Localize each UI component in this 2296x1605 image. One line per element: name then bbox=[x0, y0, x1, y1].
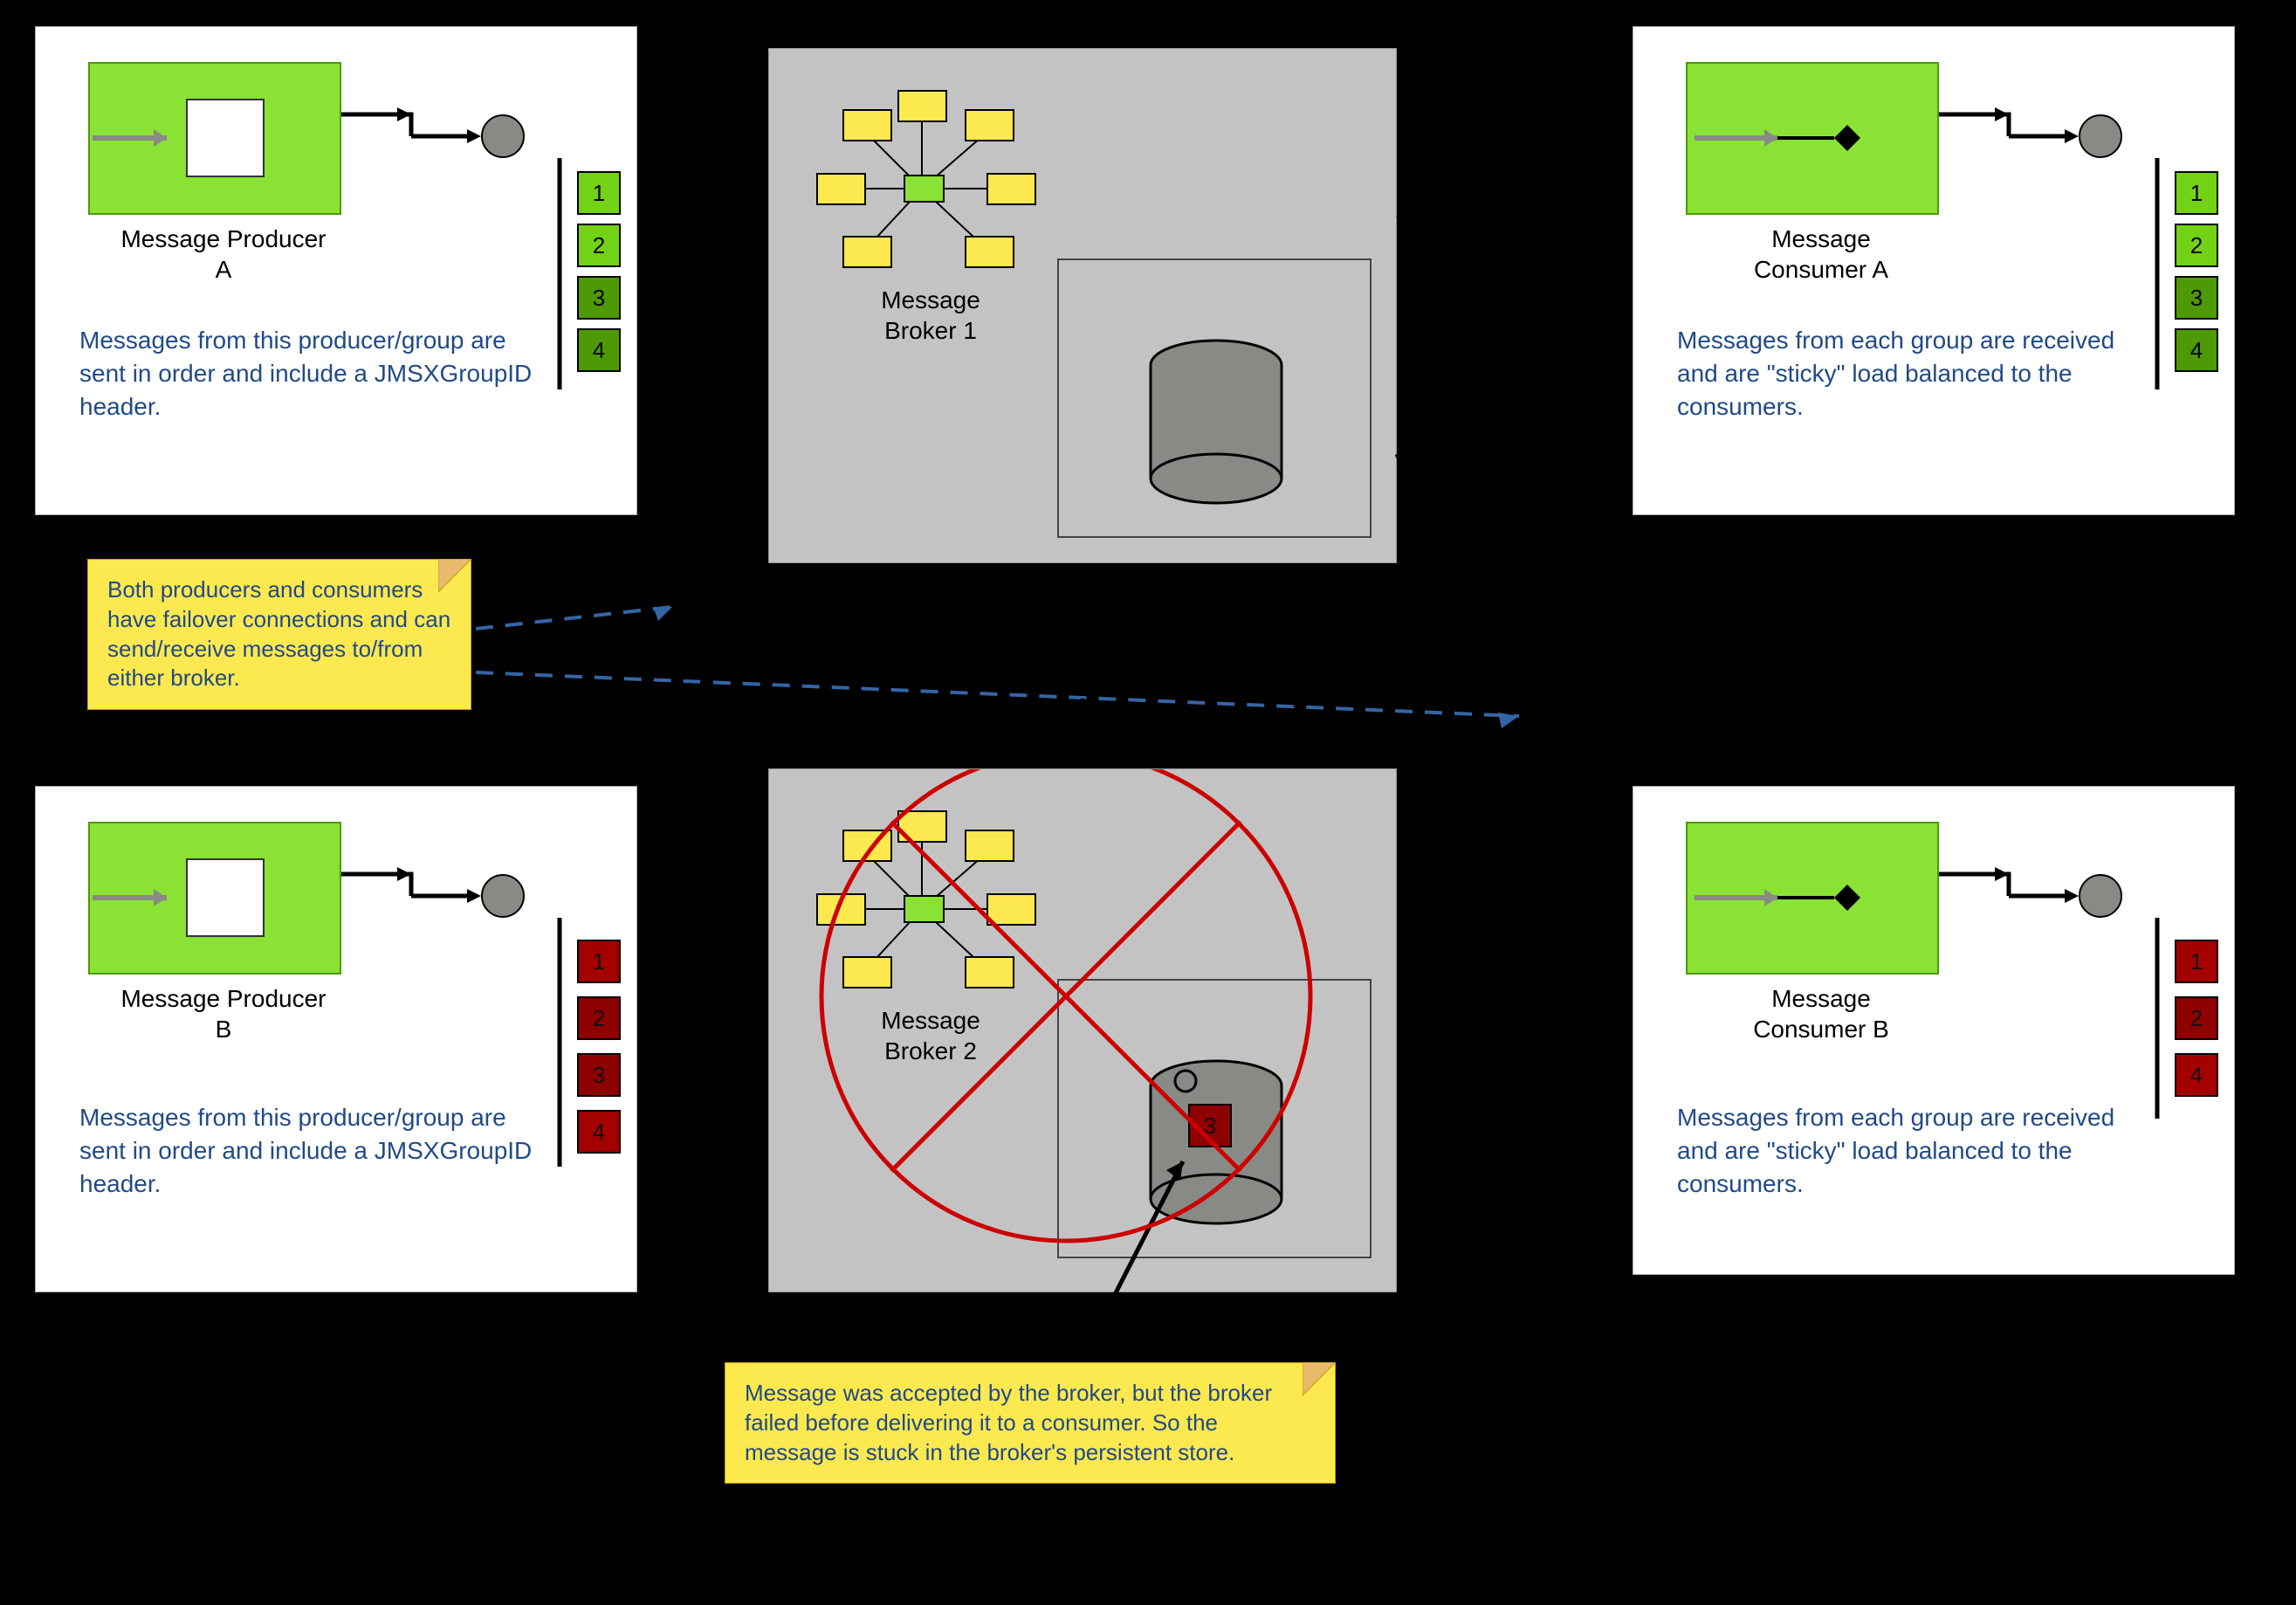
stuck-msg-badge: 3 bbox=[1188, 1104, 1232, 1147]
database-icon bbox=[1059, 260, 1373, 540]
producer-b-desc: Messages from this producer/group are se… bbox=[79, 1101, 533, 1200]
producer-b-msg-3: 3 bbox=[577, 1053, 621, 1097]
producer-b-msg-4: 4 bbox=[577, 1110, 621, 1154]
broker-1-panel: MessageBroker 1 bbox=[768, 48, 1397, 563]
producer-a-msg-4: 4 bbox=[577, 328, 621, 372]
consumer-a-msg-1: 1 bbox=[2175, 171, 2218, 215]
producer-b-inner bbox=[186, 858, 265, 937]
consumer-b-msg-2: 2 bbox=[2175, 996, 2218, 1040]
producer-a-process bbox=[88, 62, 341, 215]
consumer-b-panel: MessageConsumer B Messages from each gro… bbox=[1633, 786, 2235, 1275]
broker-2-panel: MessageBroker 2 3 bbox=[768, 768, 1397, 1292]
producer-b-queue-node bbox=[481, 874, 525, 918]
broker-1-label: MessageBroker 1 bbox=[865, 285, 996, 346]
producer-a-msg-2: 2 bbox=[577, 224, 621, 267]
producer-a-desc: Messages from this producer/group are se… bbox=[79, 324, 533, 423]
failover-note: Both producers and consumers have failov… bbox=[87, 559, 471, 710]
broker-1-store bbox=[1057, 258, 1371, 538]
producer-a-queue-node bbox=[481, 114, 525, 158]
producer-b-msg-2: 2 bbox=[577, 996, 621, 1040]
producer-b-label: Message ProducerB bbox=[106, 983, 341, 1044]
producer-a-msg-1: 1 bbox=[577, 171, 621, 215]
consumer-a-msg-3: 3 bbox=[2175, 276, 2218, 320]
producer-b-panel: Message ProducerB Messages from this pro… bbox=[35, 786, 637, 1292]
producer-b-process bbox=[88, 822, 341, 975]
consumer-a-desc: Messages from each group are received an… bbox=[1677, 324, 2148, 423]
consumer-b-process bbox=[1686, 822, 1939, 975]
consumer-a-msg-4: 4 bbox=[2175, 328, 2218, 372]
consumer-a-panel: MessageConsumer A Messages from each gro… bbox=[1633, 26, 2235, 515]
consumer-b-msg-3: 4 bbox=[2175, 1053, 2218, 1097]
broker-2-label: MessageBroker 2 bbox=[865, 1005, 996, 1066]
producer-a-msg-3: 3 bbox=[577, 276, 621, 320]
consumer-a-queue-node bbox=[2079, 114, 2122, 158]
consumer-b-queue-node bbox=[2079, 874, 2122, 918]
producer-a-label: Message ProducerA bbox=[106, 224, 341, 285]
consumer-b-desc: Messages from each group are received an… bbox=[1677, 1101, 2148, 1200]
stuck-note: Message was accepted by the broker, but … bbox=[725, 1362, 1336, 1484]
consumer-b-label: MessageConsumer B bbox=[1738, 983, 1904, 1044]
consumer-a-label: MessageConsumer A bbox=[1738, 224, 1904, 285]
consumer-b-msg-1: 1 bbox=[2175, 940, 2218, 983]
consumer-a-msg-2: 2 bbox=[2175, 224, 2218, 267]
producer-b-msg-1: 1 bbox=[577, 940, 621, 983]
producer-a-inner bbox=[186, 99, 265, 177]
consumer-a-process bbox=[1686, 62, 1939, 215]
producer-a-panel: Message ProducerA Messages from this pro… bbox=[35, 26, 637, 515]
